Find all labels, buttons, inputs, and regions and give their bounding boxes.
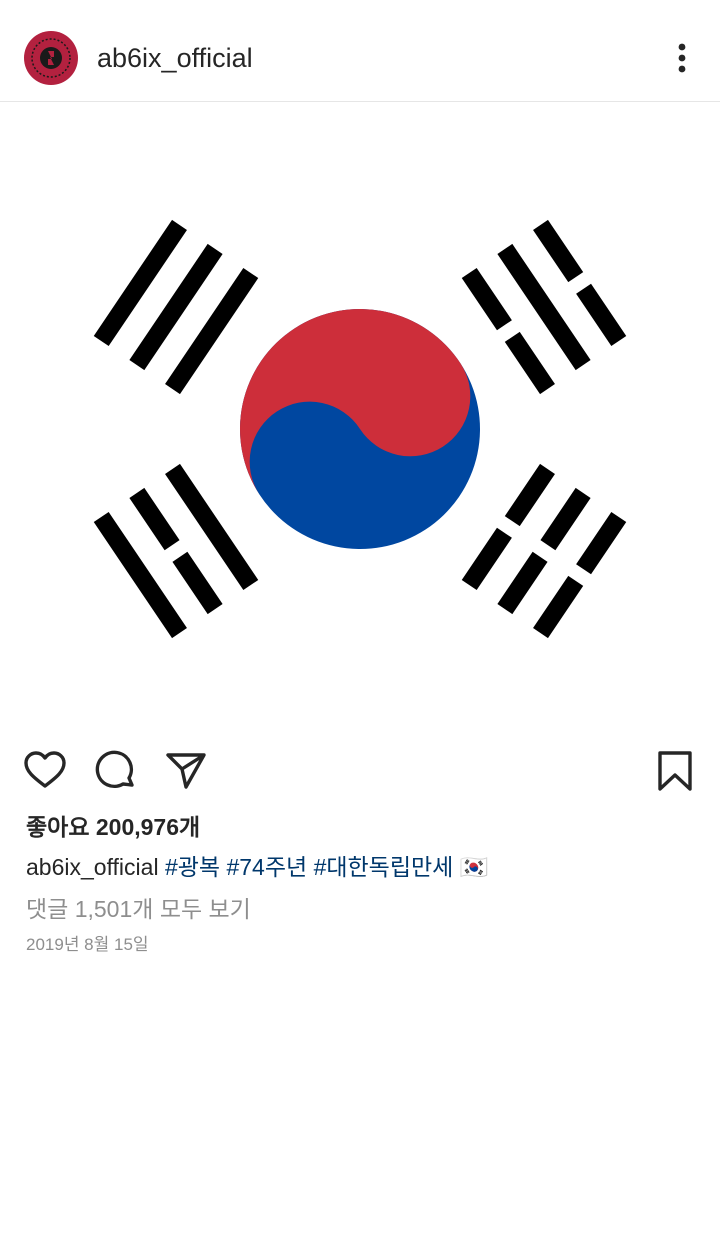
share-send-icon[interactable] xyxy=(164,749,208,793)
comment-icon[interactable] xyxy=(94,749,138,793)
caption: ab6ix_official #광복 #74주년 #대한독립만세 🇰🇷 xyxy=(26,852,488,882)
like-heart-icon[interactable] xyxy=(23,749,67,793)
hashtag-link[interactable]: #대한독립만세 xyxy=(314,854,454,880)
bookmark-save-icon[interactable] xyxy=(653,749,697,793)
caption-username[interactable]: ab6ix_official xyxy=(26,854,159,880)
post-header: ab6ix_official xyxy=(0,0,720,102)
hashtag-link[interactable]: #74주년 xyxy=(226,854,307,880)
view-all-comments-link[interactable]: 댓글 1,501개 모두 보기 xyxy=(26,894,251,924)
avatar[interactable] xyxy=(24,31,78,85)
post-date: 2019년 8월 15일 xyxy=(26,935,149,954)
post-image[interactable] xyxy=(0,103,720,743)
flag-emoji: 🇰🇷 xyxy=(459,854,489,880)
likes-count[interactable]: 좋아요 200,976개 xyxy=(26,812,200,842)
hashtag-link[interactable]: #광복 xyxy=(165,854,220,880)
more-options-icon[interactable] xyxy=(664,38,700,78)
username[interactable]: ab6ix_official xyxy=(97,42,253,74)
